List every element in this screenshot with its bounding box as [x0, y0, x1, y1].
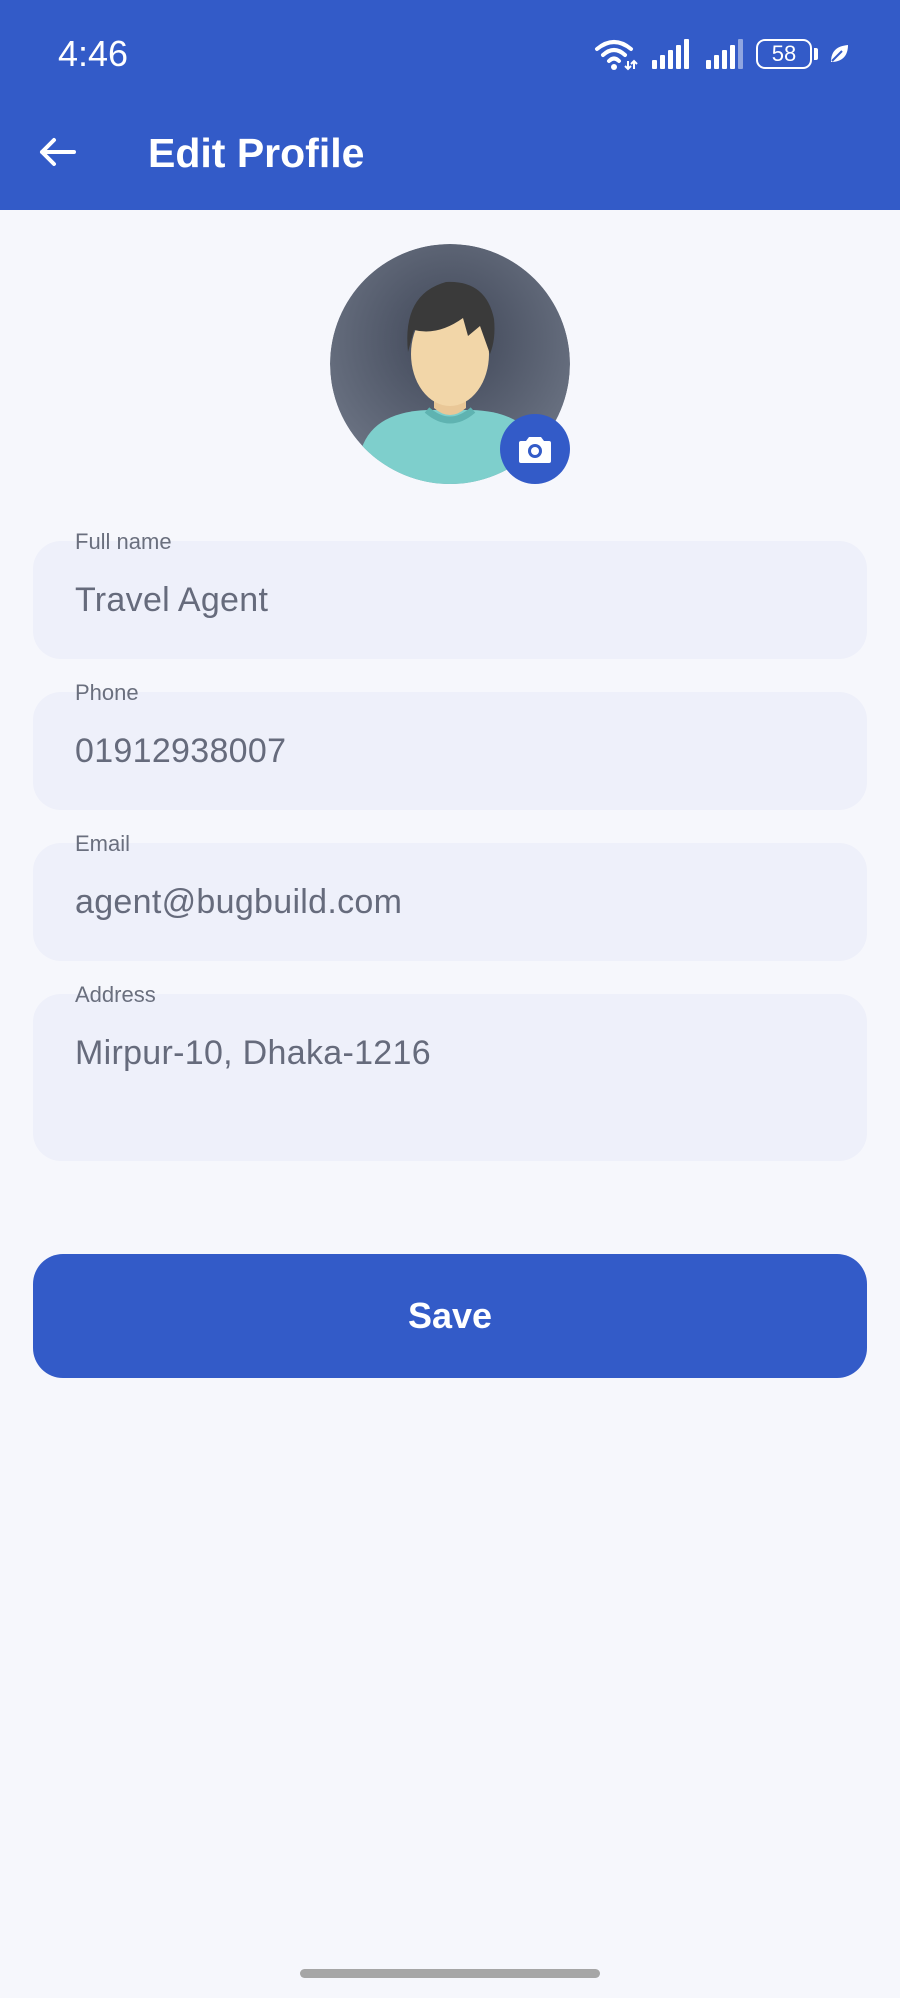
status-time: 4:46 — [58, 33, 129, 74]
phone-field[interactable]: 01912938007 — [33, 692, 867, 810]
battery-level: 58 — [771, 41, 797, 66]
change-photo-button[interactable] — [500, 414, 570, 484]
arrow-left-icon — [40, 138, 76, 166]
address-label: Address — [75, 982, 156, 1007]
camera-icon — [519, 437, 551, 463]
phone-label: Phone — [75, 680, 139, 705]
signal-icon — [650, 38, 690, 70]
full-name-field[interactable]: Travel Agent — [33, 541, 867, 659]
battery-tip — [814, 48, 818, 60]
full-name-value: Travel Agent — [75, 581, 269, 619]
email-field[interactable]: agent@bugbuild.com — [33, 843, 867, 961]
back-button[interactable] — [34, 128, 82, 176]
signal-icon — [704, 38, 744, 70]
home-indicator[interactable] — [300, 1969, 600, 1978]
full-name-label: Full name — [75, 529, 172, 554]
save-button[interactable]: Save — [33, 1254, 867, 1378]
address-value: Mirpur-10, Dhaka-1216 — [75, 1034, 431, 1072]
email-value: agent@bugbuild.com — [75, 883, 403, 921]
phone-value: 01912938007 — [75, 732, 287, 770]
status-icons: 58 — [594, 36, 850, 72]
wifi-icon — [594, 37, 638, 71]
battery-icon: 58 — [756, 39, 812, 69]
page-title: Edit Profile — [148, 130, 365, 176]
app-bar: 4:46 58 Edit Profile — [0, 0, 900, 210]
email-label: Email — [75, 831, 131, 856]
address-field[interactable]: Mirpur-10, Dhaka-1216 — [33, 994, 867, 1161]
leaf-icon — [828, 43, 850, 65]
